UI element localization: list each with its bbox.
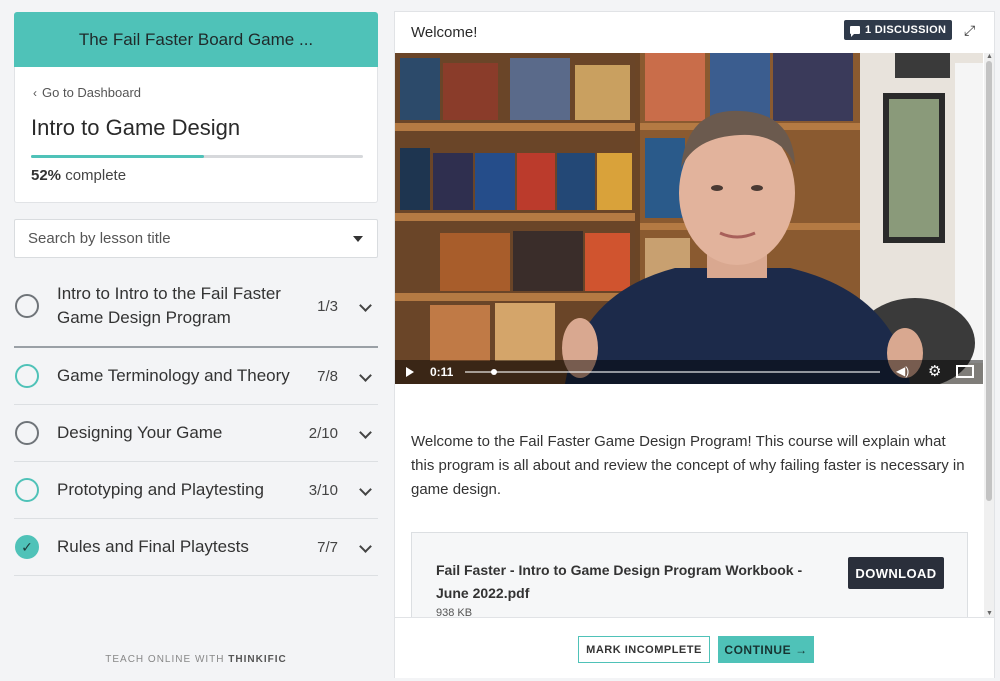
chapter-title: Designing Your Game (57, 423, 223, 442)
settings-gear-icon[interactable]: ⚙ (928, 362, 941, 380)
volume-icon[interactable]: ◀) (896, 364, 909, 378)
course-sidebar: The Fail Faster Board Game ... ‹ Go to D… (0, 0, 392, 681)
lesson-description: Welcome to the Fail Faster Game Design P… (411, 433, 965, 498)
lesson-title: Welcome! (411, 24, 478, 41)
continue-button[interactable]: CONTINUE → (718, 636, 814, 663)
chapter-count: 1/3 (317, 297, 338, 315)
progress-suffix: complete (65, 167, 127, 184)
chevron-down-icon[interactable] (359, 540, 372, 553)
video-scrubber-thumb[interactable] (491, 369, 498, 375)
chapter-status-icon (15, 364, 39, 388)
thinkific-branding[interactable]: TEACH ONLINE WITH THINKIFIC (0, 654, 392, 665)
attachment-filename: Fail Faster - Intro to Game Design Progr… (436, 562, 803, 601)
chapter-title: Prototyping and Playtesting (57, 480, 264, 499)
mark-incomplete-button[interactable]: MARK INCOMPLETE (578, 636, 710, 663)
lesson-footer: MARK INCOMPLETE CONTINUE → (395, 617, 994, 678)
chevron-left-icon: ‹ (33, 85, 37, 100)
continue-label: CONTINUE (724, 642, 792, 657)
chapter-count: 3/10 (308, 481, 338, 499)
chapter-item-terminology[interactable]: Game Terminology and Theory 7/8 (14, 348, 378, 405)
chevron-down-icon[interactable] (359, 483, 372, 496)
chapter-status-icon (15, 421, 39, 445)
chapter-list: Intro to Intro to the Fail Faster Game D… (14, 266, 378, 576)
branding-prefix: TEACH ONLINE WITH (105, 654, 225, 665)
course-header: The Fail Faster Board Game ... (14, 12, 378, 67)
branding-brand: THINKIFIC (228, 654, 287, 665)
chevron-down-icon[interactable] (359, 299, 372, 312)
fullscreen-icon[interactable] (956, 365, 974, 378)
chapter-count: 7/8 (317, 367, 338, 385)
scroll-down-icon[interactable]: ▼ (986, 610, 993, 617)
play-icon[interactable] (406, 367, 414, 377)
video-player[interactable]: 0:11 ◀) ⚙ (395, 53, 983, 384)
discussion-label: 1 DISCUSSION (865, 24, 947, 36)
course-card: ‹ Go to Dashboard Intro to Game Design 5… (14, 67, 378, 203)
chapter-count: 2/10 (308, 424, 338, 442)
lesson-topbar: Welcome! 1 DISCUSSION ⤢ (395, 12, 994, 53)
download-button[interactable]: DOWNLOAD (848, 557, 944, 589)
course-title: Intro to Game Design (31, 115, 241, 140)
chapter-title: Intro to Intro to the Fail Faster Game D… (57, 284, 281, 327)
chapter-item-intro[interactable]: Intro to Intro to the Fail Faster Game D… (14, 266, 378, 348)
check-circle-icon: ✓ (15, 535, 39, 559)
progress-text: 52% complete (31, 167, 126, 184)
expand-icon[interactable]: ⤢ (964, 23, 978, 37)
chapter-title: Rules and Final Playtests (57, 537, 249, 556)
chapter-count: 7/7 (317, 538, 338, 556)
go-to-dashboard-label: Go to Dashboard (42, 85, 142, 100)
chevron-down-icon[interactable] (359, 369, 372, 382)
lesson-panel: Welcome! 1 DISCUSSION ⤢ 0:11 ◀) ⚙ ▲ ▼ We… (394, 11, 995, 678)
scrollbar-thumb[interactable] (986, 61, 992, 501)
chapter-status-icon (15, 294, 39, 318)
video-controls: 0:11 ◀) ⚙ (395, 360, 983, 384)
chapter-item-designing[interactable]: Designing Your Game 2/10 (14, 405, 378, 462)
chapter-item-rules[interactable]: ✓ Rules and Final Playtests 7/7 (14, 519, 378, 576)
scroll-up-icon[interactable]: ▲ (986, 53, 993, 60)
chapter-status-icon (15, 478, 39, 502)
go-to-dashboard-link[interactable]: ‹ Go to Dashboard (33, 85, 141, 100)
progress-percent: 52% (31, 167, 62, 184)
course-progress-bar (31, 155, 363, 158)
chapter-title: Game Terminology and Theory (57, 366, 290, 385)
video-time: 0:11 (430, 365, 454, 379)
chapter-item-prototyping[interactable]: Prototyping and Playtesting 3/10 (14, 462, 378, 519)
video-scrubber[interactable] (465, 369, 880, 375)
arrow-right-icon: → (795, 642, 808, 657)
chat-bubble-icon (850, 26, 860, 37)
caret-down-icon (353, 236, 363, 242)
lesson-search-select[interactable]: Search by lesson title (14, 219, 378, 258)
lesson-search-placeholder: Search by lesson title (28, 230, 171, 247)
attachment-card: Fail Faster - Intro to Game Design Progr… (411, 532, 968, 619)
chevron-down-icon[interactable] (359, 426, 372, 439)
video-frame (395, 53, 983, 384)
content-scrollbar[interactable]: ▲ ▼ (984, 53, 994, 617)
discussion-button[interactable]: 1 DISCUSSION (844, 20, 953, 40)
course-progress-fill (31, 155, 204, 158)
